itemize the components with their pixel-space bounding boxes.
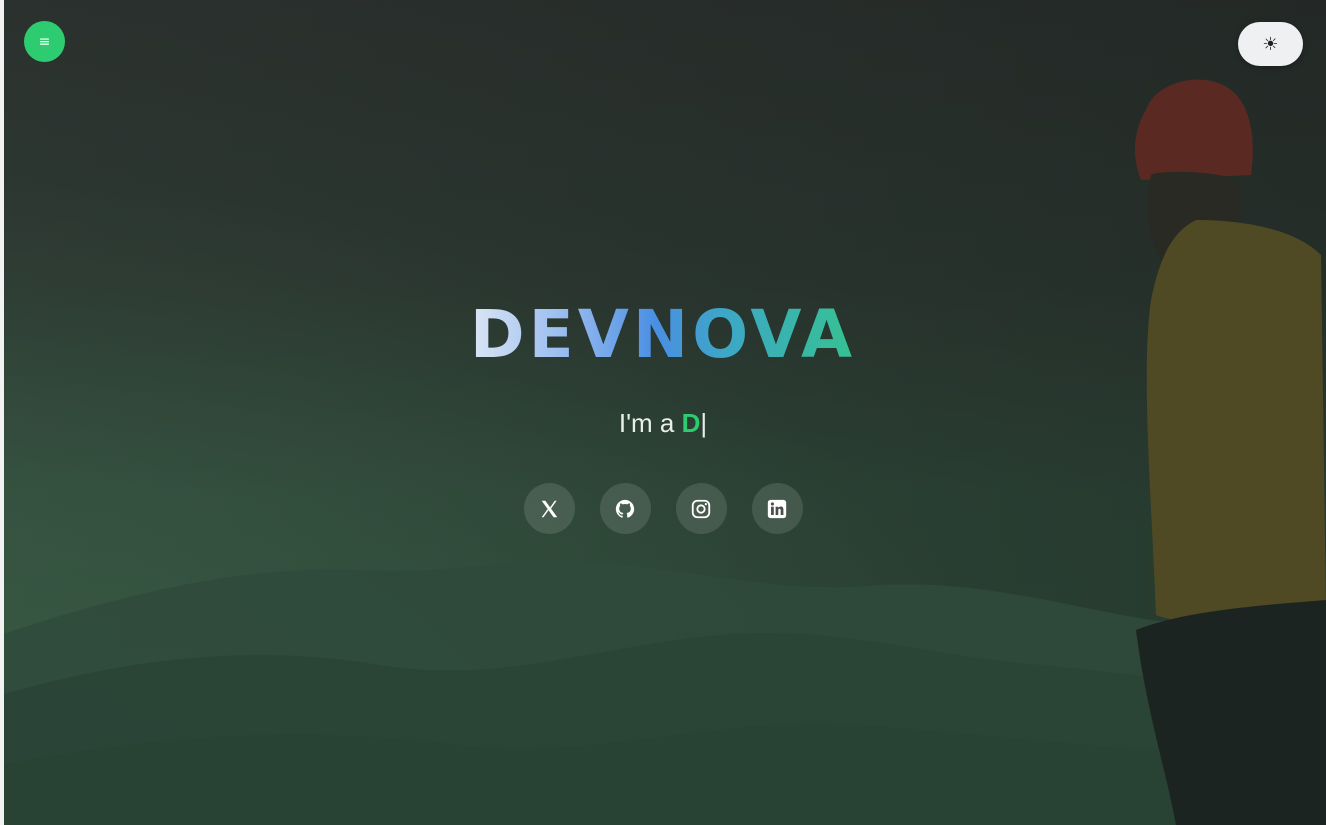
theme-toggle-button[interactable]: ☀ <box>1238 22 1303 66</box>
github-link[interactable] <box>599 483 651 534</box>
x-icon <box>541 500 558 517</box>
x-twitter-link[interactable] <box>523 483 575 534</box>
person-silhouette <box>1134 79 1326 825</box>
tagline-typed-text: D <box>681 408 701 438</box>
social-links <box>0 483 1326 534</box>
menu-button[interactable]: ≡ <box>24 21 65 62</box>
brand-title: DEVNOVA <box>470 290 856 380</box>
typing-cursor: | <box>700 408 708 438</box>
linkedin-icon <box>767 499 787 518</box>
tagline-prefix: I'm a <box>618 408 682 438</box>
instagram-icon <box>691 499 711 518</box>
instagram-link[interactable] <box>675 483 727 534</box>
github-icon <box>615 499 635 518</box>
tagline: I'm a D| <box>0 408 1326 438</box>
hero-content: DEVNOVA I'm a D| <box>0 290 1326 438</box>
sun-icon: ☀ <box>1262 33 1279 55</box>
linkedin-link[interactable] <box>751 483 803 534</box>
hamburger-icon: ≡ <box>38 33 51 50</box>
